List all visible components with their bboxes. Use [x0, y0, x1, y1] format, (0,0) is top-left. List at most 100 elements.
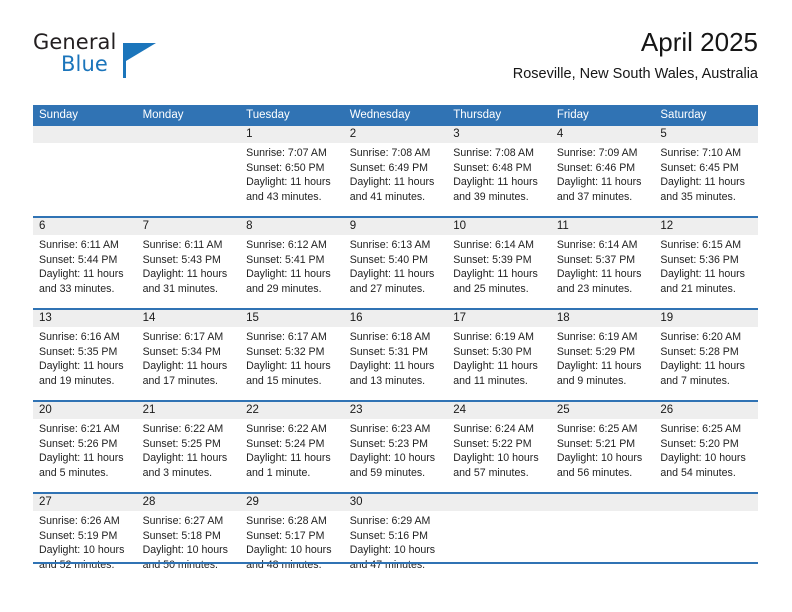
calendar-day-cell[interactable]: 15 Sunrise: 6:17 AM Sunset: 5:32 PM Dayligh…	[240, 308, 344, 401]
calendar-day-cell[interactable]: 16 Sunrise: 6:18 AM Sunset: 5:31 PM Dayligh…	[343, 308, 448, 401]
day-info: Sunrise: 6:23 AM Sunset: 5:23 PM Daylight:…	[344, 419, 448, 480]
day-cell-content: 5 Sunrise: 7:10 AM Sunset: 6:45 PM Daylight…	[654, 126, 758, 214]
day-number	[550, 494, 655, 511]
day-cell-content: 28 Sunrise: 6:27 AM Sunset: 5:18 PM Dayligh…	[136, 494, 241, 582]
sunrise-sunset-calendar: Sunday Monday Tuesday Wednesday Thursday…	[33, 105, 758, 584]
calendar-day-cell[interactable]: 21 Sunrise: 6:22 AM Sunset: 5:25 PM Dayligh…	[136, 400, 241, 493]
day-cell-content: 23 Sunrise: 6:23 AM Sunset: 5:23 PM Dayligh…	[343, 402, 448, 490]
sunrise-time: Sunrise: 6:25 AM	[660, 423, 742, 435]
calendar-day-cell[interactable]: 6 Sunrise: 6:11 AM Sunset: 5:44 PM Daylight…	[33, 216, 137, 309]
sunset-time: Sunset: 5:29 PM	[556, 345, 636, 358]
weekday-header-wednesday: Wednesday	[343, 105, 448, 126]
daylight-duration-line1: Daylight: 11 hours	[453, 268, 538, 281]
day-info: Sunrise: 6:18 AM Sunset: 5:31 PM Daylight:…	[344, 327, 448, 388]
calendar-week-row: 20 Sunrise: 6:21 AM Sunset: 5:26 PM Dayligh…	[33, 400, 758, 493]
calendar-day-cell[interactable]: 29 Sunrise: 6:28 AM Sunset: 5:17 PM Dayligh…	[240, 492, 344, 584]
day-cell-content: 27 Sunrise: 6:26 AM Sunset: 5:19 PM Dayligh…	[33, 494, 137, 582]
daylight-duration-line1: Daylight: 10 hours	[660, 452, 746, 465]
calendar-day-cell[interactable]: 22 Sunrise: 6:22 AM Sunset: 5:24 PM Dayligh…	[240, 400, 344, 493]
daylight-duration-line2: and 35 minutes.	[660, 190, 736, 203]
calendar-day-cell[interactable]: 9 Sunrise: 6:13 AM Sunset: 5:40 PM Daylight…	[343, 216, 448, 309]
sunrise-time: Sunrise: 6:16 AM	[39, 331, 120, 343]
day-number: 4	[550, 126, 655, 143]
day-cell-content: 19 Sunrise: 6:20 AM Sunset: 5:28 PM Dayligh…	[654, 310, 758, 398]
sunrise-time: Sunrise: 6:26 AM	[39, 515, 120, 527]
calendar-day-cell[interactable]: 10 Sunrise: 6:14 AM Sunset: 5:39 PM Dayligh…	[447, 216, 551, 309]
calendar-day-cell[interactable]: 8 Sunrise: 6:12 AM Sunset: 5:41 PM Daylight…	[240, 216, 344, 309]
sunset-time: Sunset: 6:48 PM	[453, 161, 532, 174]
daylight-duration-line2: and 25 minutes.	[453, 282, 529, 295]
brand-name-general: General	[33, 30, 117, 54]
daylight-duration-line1: Daylight: 10 hours	[349, 452, 436, 465]
calendar-day-cell[interactable]: 30 Sunrise: 6:29 AM Sunset: 5:16 PM Dayligh…	[343, 492, 448, 584]
day-info: Sunrise: 7:07 AM Sunset: 6:50 PM Daylight:…	[240, 143, 344, 204]
daylight-duration-line1: Daylight: 11 hours	[142, 268, 228, 281]
day-cell-content: 11 Sunrise: 6:14 AM Sunset: 5:37 PM Dayligh…	[550, 218, 655, 306]
sunrise-time: Sunrise: 7:09 AM	[556, 147, 638, 159]
day-cell-content: 21 Sunrise: 6:22 AM Sunset: 5:25 PM Dayligh…	[136, 402, 241, 490]
day-cell-content: 7 Sunrise: 6:11 AM Sunset: 5:43 PM Daylight…	[136, 218, 241, 306]
day-number: 15	[240, 310, 344, 327]
day-number: 18	[550, 310, 655, 327]
day-cell-content: 8 Sunrise: 6:12 AM Sunset: 5:41 PM Daylight…	[240, 218, 344, 306]
daylight-duration-line2: and 9 minutes.	[556, 374, 627, 387]
calendar-day-cell[interactable]: 4 Sunrise: 7:09 AM Sunset: 6:46 PM Daylight…	[550, 126, 655, 217]
calendar-day-cell[interactable]: 26 Sunrise: 6:25 AM Sunset: 5:20 PM Dayligh…	[654, 400, 758, 493]
calendar-day-cell[interactable]: 25 Sunrise: 6:25 AM Sunset: 5:21 PM Dayligh…	[550, 400, 655, 493]
day-cell-content: 10 Sunrise: 6:14 AM Sunset: 5:39 PM Dayligh…	[447, 218, 551, 306]
calendar-day-cell[interactable]: 28 Sunrise: 6:27 AM Sunset: 5:18 PM Dayligh…	[136, 492, 241, 584]
calendar-day-cell[interactable]: 18 Sunrise: 6:19 AM Sunset: 5:29 PM Dayligh…	[550, 308, 655, 401]
sunrise-time: Sunrise: 6:17 AM	[246, 331, 327, 343]
day-number: 26	[654, 402, 758, 419]
calendar-day-cell[interactable]: 7 Sunrise: 6:11 AM Sunset: 5:43 PM Daylight…	[136, 216, 241, 309]
sunrise-time: Sunrise: 6:27 AM	[142, 515, 224, 527]
calendar-day-cell[interactable]: 14 Sunrise: 6:17 AM Sunset: 5:34 PM Dayligh…	[136, 308, 241, 401]
calendar-day-cell[interactable]: 19 Sunrise: 6:20 AM Sunset: 5:28 PM Dayligh…	[654, 308, 758, 401]
daylight-duration-line2: and 47 minutes.	[349, 558, 426, 571]
day-cell-content: 26 Sunrise: 6:25 AM Sunset: 5:20 PM Dayligh…	[654, 402, 758, 490]
calendar-day-cell[interactable]: 5 Sunrise: 7:10 AM Sunset: 6:45 PM Daylight…	[654, 126, 758, 217]
daylight-duration-line2: and 13 minutes.	[349, 374, 426, 387]
sunset-time: Sunset: 5:35 PM	[39, 345, 118, 358]
daylight-duration-line1: Daylight: 11 hours	[349, 360, 435, 373]
sunrise-time: Sunrise: 6:28 AM	[246, 515, 327, 527]
calendar-day-cell[interactable]: 23 Sunrise: 6:23 AM Sunset: 5:23 PM Dayligh…	[343, 400, 448, 493]
day-number: 5	[654, 126, 758, 143]
calendar-day-cell[interactable]: 24 Sunrise: 6:24 AM Sunset: 5:22 PM Dayligh…	[447, 400, 551, 493]
sunset-time: Sunset: 6:49 PM	[349, 161, 429, 174]
weekday-header-friday: Friday	[550, 105, 655, 126]
day-cell-content: 15 Sunrise: 6:17 AM Sunset: 5:32 PM Dayligh…	[240, 310, 344, 398]
page-title: April 2025	[640, 27, 758, 57]
day-number: 22	[240, 402, 344, 419]
sunrise-time: Sunrise: 6:14 AM	[556, 239, 638, 251]
calendar-day-cell[interactable]: 13 Sunrise: 6:16 AM Sunset: 5:35 PM Dayligh…	[33, 308, 137, 401]
daylight-duration-line2: and 15 minutes.	[246, 374, 322, 387]
calendar-week-row: 13 Sunrise: 6:16 AM Sunset: 5:35 PM Dayligh…	[33, 308, 758, 401]
day-cell-content	[33, 126, 137, 214]
title-block: April 2025 Roseville, New South Wales, A…	[513, 26, 758, 83]
day-cell-content	[447, 494, 551, 582]
calendar-day-cell[interactable]: 1 Sunrise: 7:07 AM Sunset: 6:50 PM Daylight…	[240, 126, 344, 217]
day-info: Sunrise: 6:14 AM Sunset: 5:39 PM Daylight:…	[447, 235, 551, 296]
sunset-time: Sunset: 5:37 PM	[556, 253, 636, 266]
calendar-day-cell[interactable]: 3 Sunrise: 7:08 AM Sunset: 6:48 PM Daylight…	[447, 126, 551, 217]
sunrise-time: Sunrise: 6:11 AM	[39, 239, 119, 251]
sunrise-time: Sunrise: 7:08 AM	[349, 147, 431, 159]
daylight-duration-line2: and 52 minutes.	[39, 558, 115, 571]
calendar-day-cell[interactable]: 2 Sunrise: 7:08 AM Sunset: 6:49 PM Daylight…	[343, 126, 448, 217]
day-number: 11	[550, 218, 655, 235]
calendar-day-cell[interactable]: 12 Sunrise: 6:15 AM Sunset: 5:36 PM Dayligh…	[654, 216, 758, 309]
sunrise-time: Sunrise: 6:15 AM	[660, 239, 742, 251]
daylight-duration-line1: Daylight: 11 hours	[660, 176, 745, 189]
day-info: Sunrise: 6:20 AM Sunset: 5:28 PM Daylight:…	[654, 327, 758, 388]
calendar-day-cell[interactable]: 17 Sunrise: 6:19 AM Sunset: 5:30 PM Dayligh…	[447, 308, 551, 401]
day-number: 21	[136, 402, 241, 419]
daylight-duration-line1: Daylight: 11 hours	[453, 176, 538, 189]
calendar-day-cell[interactable]: 20 Sunrise: 6:21 AM Sunset: 5:26 PM Dayligh…	[33, 400, 137, 493]
brand-logo[interactable]: General Blue	[33, 30, 163, 86]
calendar-day-cell[interactable]: 11 Sunrise: 6:14 AM Sunset: 5:37 PM Dayligh…	[550, 216, 655, 309]
calendar-day-cell[interactable]: 27 Sunrise: 6:26 AM Sunset: 5:19 PM Dayligh…	[33, 492, 137, 584]
calendar-bottom-rule	[33, 562, 758, 564]
day-cell-content	[654, 494, 758, 582]
daylight-duration-line1: Daylight: 11 hours	[349, 176, 435, 189]
